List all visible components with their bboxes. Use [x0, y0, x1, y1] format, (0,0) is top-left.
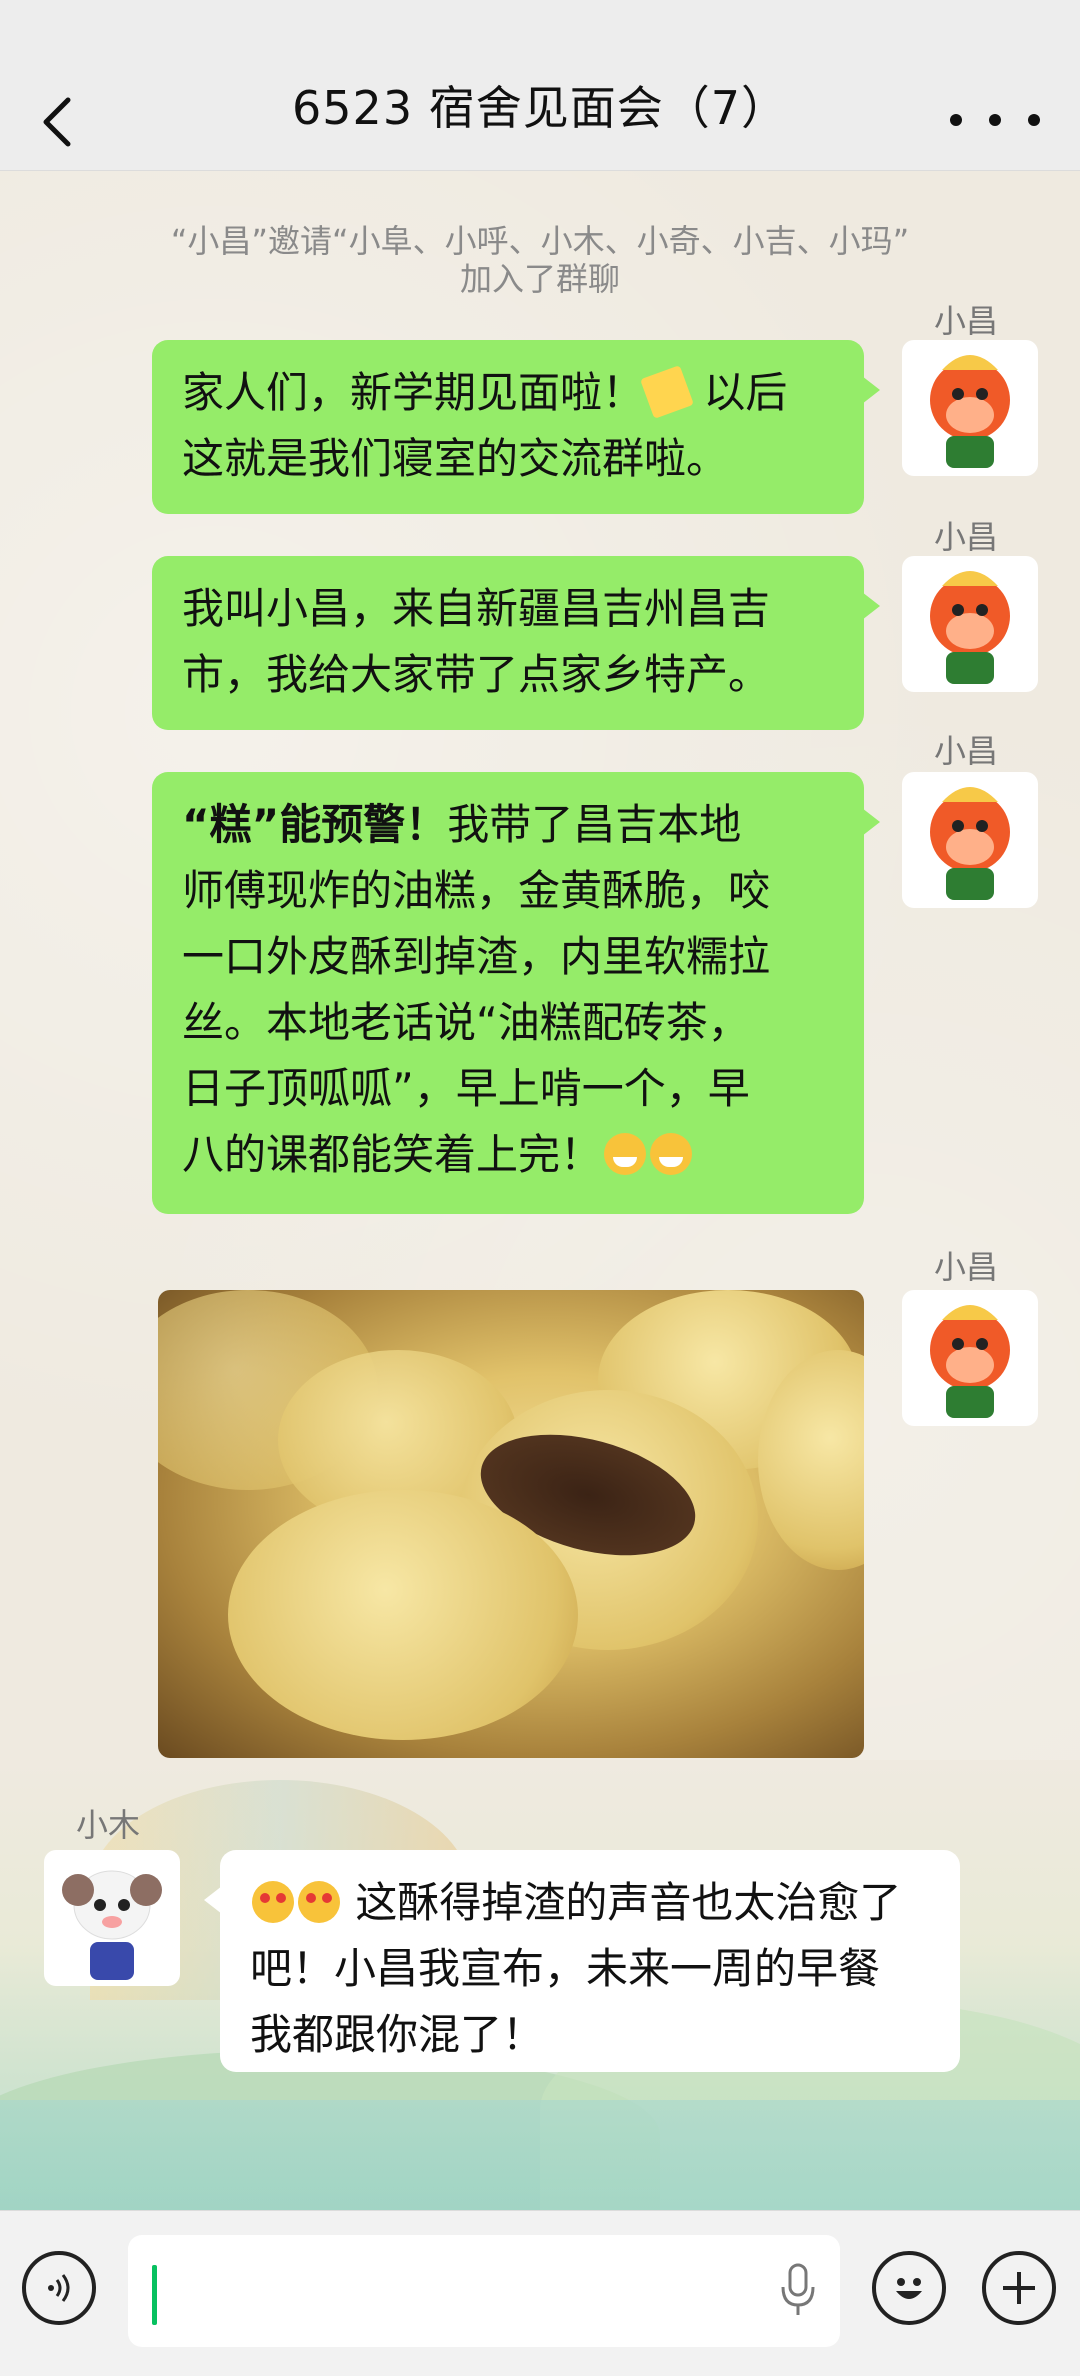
- emoji-icon[interactable]: [872, 2251, 946, 2325]
- message-bubble[interactable]: 我叫小昌，来自新疆昌吉州昌吉 市，我给大家带了点家乡特产。: [152, 556, 880, 730]
- avatar[interactable]: [44, 1850, 180, 1986]
- more-dots-icon[interactable]: [950, 110, 1040, 130]
- voice-icon[interactable]: [22, 2251, 96, 2325]
- system-message: “小昌”邀请“小阜、小呼、小木、小奇、小吉、小玛” 加入了群聊: [170, 222, 910, 298]
- avatar[interactable]: [902, 772, 1038, 908]
- fried-oil-cake-photo[interactable]: [158, 1290, 864, 1758]
- grinning-face-icon: [604, 1133, 647, 1175]
- sender-name: 小昌: [933, 518, 998, 556]
- text-cursor: [152, 2265, 157, 2325]
- sender-name: 小木: [76, 1806, 141, 1844]
- party-popper-icon: [640, 365, 694, 419]
- sender-name: 小昌: [933, 1248, 998, 1286]
- message-bubble[interactable]: 这酥得掉渣的声音也太治愈了 吧！小昌我宣布，未来一周的早餐 我都跟你混了！: [204, 1850, 960, 2072]
- message-bubble[interactable]: “糕”能预警！我带了昌吉本地 师傅现炸的油糕，金黄酥脆，咬 一口外皮酥到掉渣，内…: [152, 772, 880, 1214]
- avatar[interactable]: [902, 340, 1038, 476]
- avatar[interactable]: [902, 1290, 1038, 1426]
- avatar[interactable]: [902, 556, 1038, 692]
- grinning-face-icon: [650, 1133, 693, 1175]
- message-bubble[interactable]: 家人们，新学期见面啦！ 以后 这就是我们寝室的交流群啦。: [152, 340, 880, 514]
- heart-eyes-icon: [252, 1881, 294, 1923]
- plus-icon[interactable]: [982, 2251, 1056, 2325]
- sender-name: 小昌: [933, 732, 998, 770]
- mic-icon[interactable]: [778, 2263, 818, 2319]
- heart-eyes-icon: [298, 1881, 340, 1923]
- chevron-left-icon[interactable]: [38, 92, 78, 152]
- input-bar: [0, 2210, 1080, 2376]
- message-input[interactable]: [128, 2235, 840, 2347]
- sender-name: 小昌: [933, 302, 998, 340]
- chat-header: 6523 宿舍见面会（7）: [0, 0, 1080, 171]
- chat-title: 6523 宿舍见面会（7）: [292, 81, 788, 135]
